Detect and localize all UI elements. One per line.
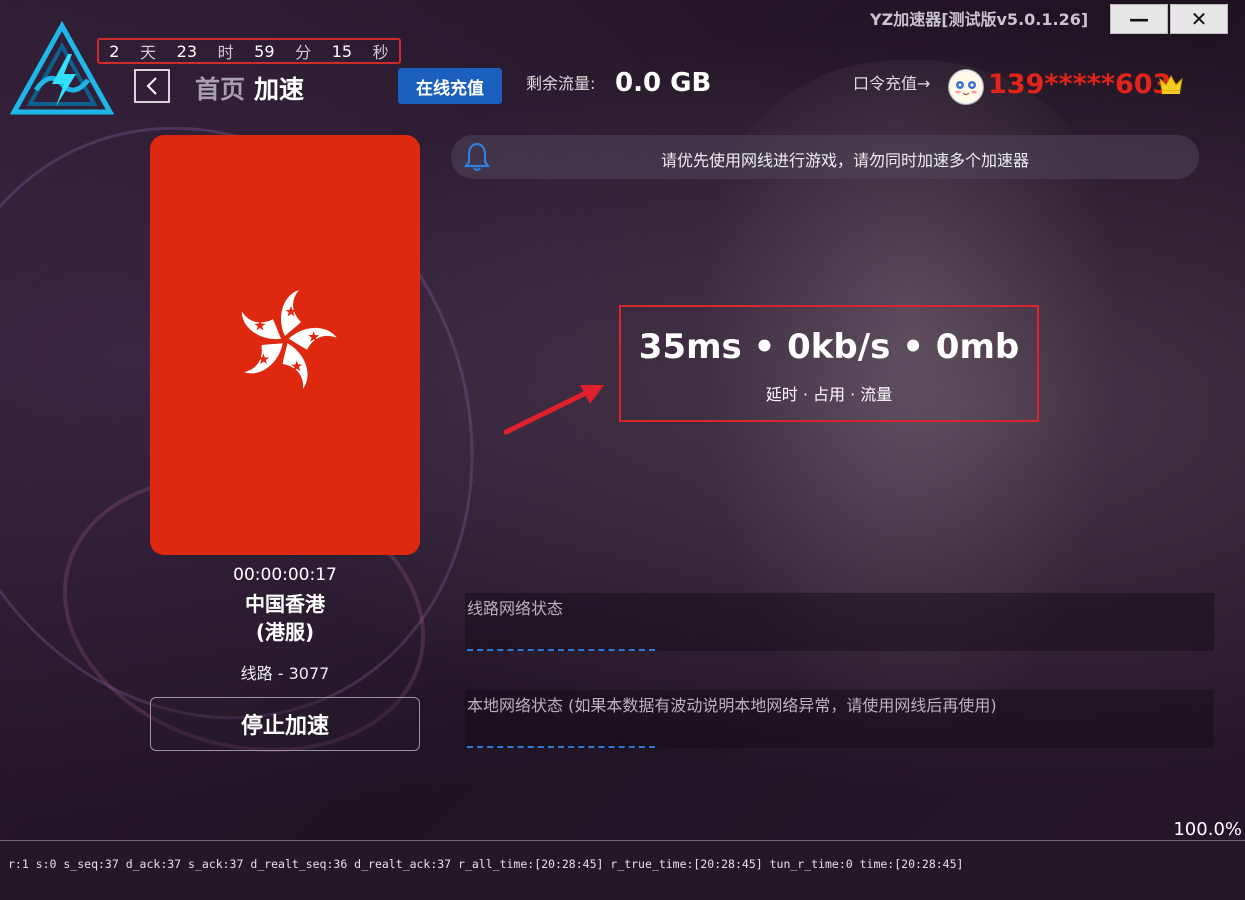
hong-kong-flag-icon <box>236 290 338 390</box>
crown-icon <box>1159 74 1183 94</box>
server-name: (港服) <box>255 620 315 644</box>
status-text: r:1 s:0 s_seq:37 d_ack:37 s_ack:37 d_rea… <box>8 857 964 871</box>
notice-text: 请优先使用网线进行游戏，请勿同时加速多个加速器 <box>660 151 1029 170</box>
route-network-status: 线路网络状态 <box>465 593 1214 651</box>
window-title: YZ加速器[测试版v5.0.1.26] <box>870 10 1089 29</box>
code-recharge-link[interactable]: 口令充值→ <box>853 70 930 94</box>
chevron-left-icon <box>146 77 157 95</box>
stop-acceleration-button[interactable]: 停止加速 <box>150 697 420 751</box>
arrow-icon <box>503 385 604 435</box>
avatar[interactable] <box>948 69 984 105</box>
breadcrumb-current: 加速 <box>254 75 305 104</box>
breadcrumb-home[interactable]: 首页 <box>195 70 245 106</box>
minimize-icon: — <box>1129 7 1149 31</box>
route-network-title: 线路网络状态 <box>467 599 564 618</box>
minimize-button[interactable]: — <box>1110 4 1168 34</box>
connection-stats: 35ms • 0kb/s • 0mb 延时 · 占用 · 流量 <box>619 305 1039 422</box>
app-logo-icon <box>10 20 114 115</box>
online-recharge-button[interactable]: 在线充值 <box>398 68 502 104</box>
countdown-hours: 23 <box>176 41 197 61</box>
subscription-countdown: 2 天 23 时 59 分 15 秒 <box>97 38 401 64</box>
local-network-title: 本地网络状态 (如果本数据有波动说明本地网络异常，请使用网线后再使用) <box>467 696 997 715</box>
countdown-minutes: 59 <box>254 41 275 61</box>
countdown-seconds-unit: 秒 <box>372 43 389 62</box>
notice-banner: 请优先使用网线进行游戏，请勿同时加速多个加速器 <box>451 135 1199 179</box>
close-icon: ✕ <box>1190 7 1208 31</box>
back-button[interactable] <box>134 69 170 103</box>
user-account[interactable]: 139*****603 <box>988 69 1171 100</box>
region-flag-card <box>150 135 420 555</box>
elapsed-time: 00:00:00:17 <box>233 565 337 585</box>
status-bar: r:1 s:0 s_seq:37 d_ack:37 s_ack:37 d_rea… <box>0 841 1245 900</box>
line-id: 线路 - 3077 <box>240 664 330 683</box>
close-button[interactable]: ✕ <box>1170 4 1228 34</box>
remaining-traffic-value: 0.0 GB <box>615 68 712 98</box>
local-network-status: 本地网络状态 (如果本数据有波动说明本地网络异常，请使用网线后再使用) <box>465 690 1214 748</box>
countdown-minutes-unit: 分 <box>295 43 312 62</box>
region-name: 中国香港 <box>245 592 325 616</box>
local-network-graph <box>467 746 655 748</box>
remaining-traffic-label: 剩余流量: <box>526 74 596 93</box>
progress-percent: 100.0% <box>1173 819 1242 840</box>
stats-label: 延时 · 占用 · 流量 <box>765 385 893 404</box>
countdown-seconds: 15 <box>331 41 353 61</box>
route-network-graph <box>467 649 655 651</box>
countdown-days: 2 <box>109 41 120 61</box>
countdown-days-unit: 天 <box>140 43 157 62</box>
stats-value: 35ms • 0kb/s • 0mb <box>638 327 1020 367</box>
avatar-face-icon <box>951 72 981 102</box>
countdown-hours-unit: 时 <box>217 43 234 62</box>
